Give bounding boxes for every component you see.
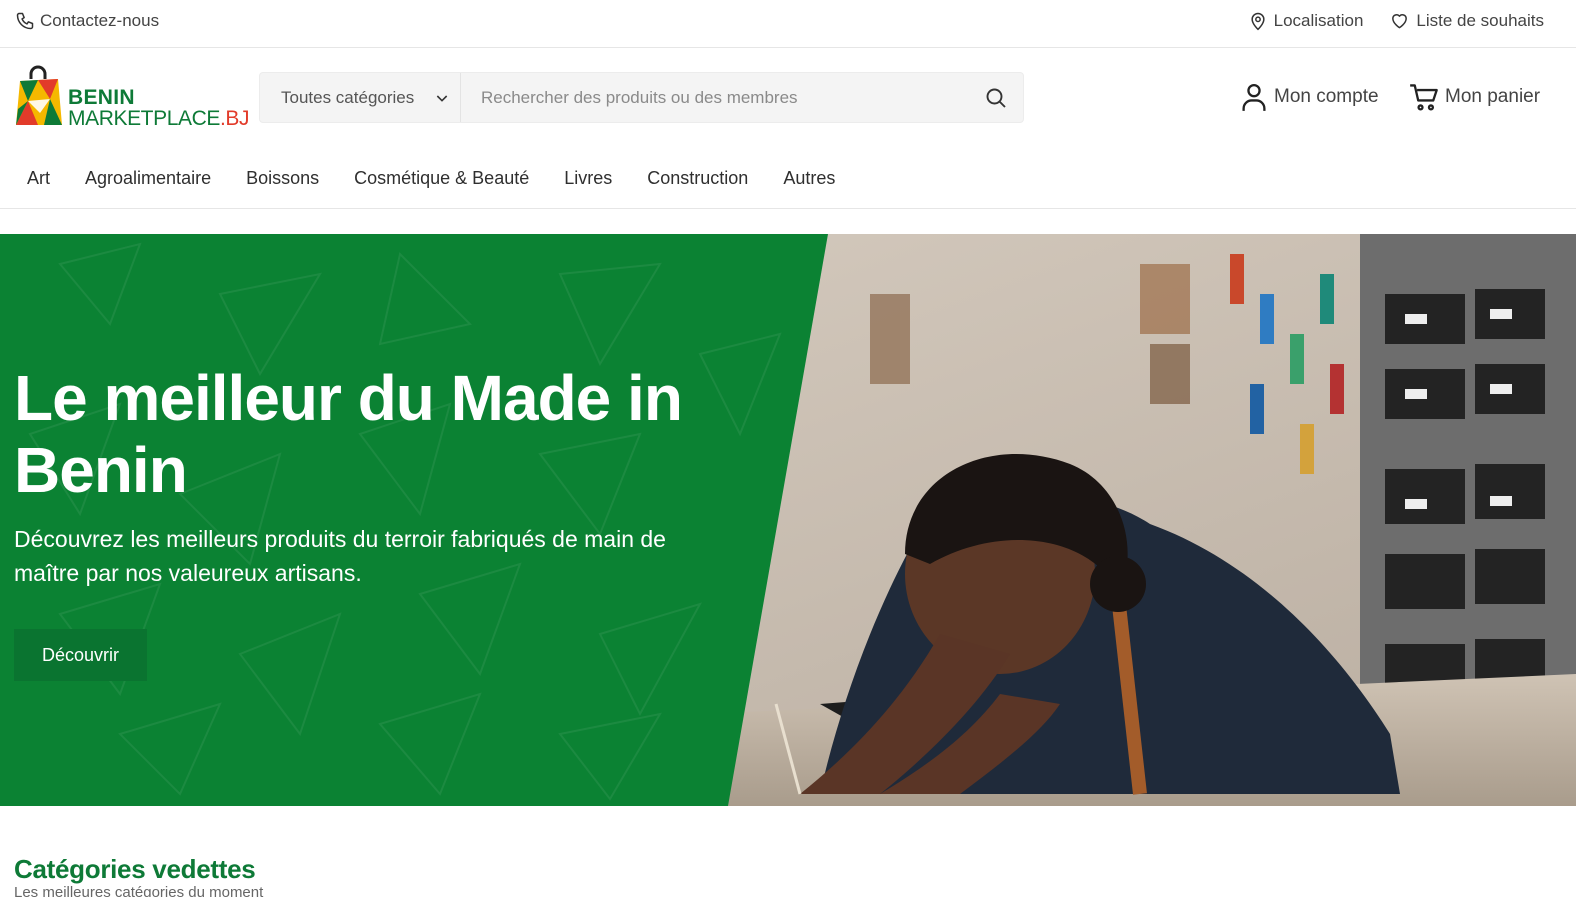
- account-link[interactable]: Mon compte: [1240, 82, 1379, 112]
- nav-item-autres[interactable]: Autres: [783, 168, 835, 189]
- featured-categories-title: Catégories vedettes: [14, 854, 256, 884]
- wishlist-link[interactable]: Liste de souhaits: [1389, 11, 1544, 31]
- site-logo[interactable]: BENIN MARKETPLACE.BJ: [14, 65, 250, 132]
- discover-button[interactable]: Découvrir: [14, 629, 147, 681]
- nav-item-construction[interactable]: Construction: [647, 168, 748, 189]
- location-label: Localisation: [1273, 11, 1364, 30]
- search-button[interactable]: [969, 73, 1023, 122]
- phone-icon: [15, 11, 35, 31]
- logo-line-2-suffix: .BJ: [219, 107, 250, 130]
- search-icon: [984, 86, 1008, 110]
- location-pin-icon: [1248, 11, 1268, 31]
- category-select-label: Toutes catégories: [281, 87, 415, 107]
- cart-icon: [1409, 82, 1439, 112]
- account-label: Mon compte: [1274, 86, 1379, 107]
- wishlist-label: Liste de souhaits: [1416, 11, 1544, 30]
- user-icon: [1240, 82, 1268, 112]
- category-nav: Art Agroalimentaire Boissons Cosmétique …: [0, 148, 1576, 209]
- hero-title: Le meilleur du Made in Benin: [14, 362, 683, 506]
- nav-item-art[interactable]: Art: [27, 168, 50, 189]
- nav-item-boissons[interactable]: Boissons: [246, 168, 319, 189]
- location-link[interactable]: Localisation: [1248, 11, 1364, 31]
- featured-categories-subtitle: Les meilleures catégories du moment: [14, 884, 264, 897]
- search-bar: Toutes catégories: [259, 72, 1024, 123]
- hero-green-panel: [0, 234, 828, 806]
- search-input[interactable]: [461, 73, 969, 122]
- hero-subtitle: Découvrez les meilleurs produits du terr…: [14, 526, 666, 586]
- heart-icon: [1389, 11, 1410, 31]
- contact-link[interactable]: Contactez-nous: [15, 11, 159, 31]
- logo-line-1: BENIN: [68, 86, 135, 109]
- main-header: BENIN MARKETPLACE.BJ Toutes catégories M…: [0, 48, 1576, 148]
- contact-label: Contactez-nous: [40, 11, 160, 30]
- category-select[interactable]: Toutes catégories: [260, 73, 461, 122]
- nav-item-agroalimentaire[interactable]: Agroalimentaire: [85, 168, 211, 189]
- chevron-down-icon: [434, 90, 450, 106]
- logo-line-2: MARKETPLACE.BJ: [68, 107, 250, 130]
- logo-bag-icon: [14, 65, 64, 132]
- top-bar: Contactez-nous Localisation Liste de sou…: [0, 0, 1576, 48]
- cart-label: Mon panier: [1445, 86, 1541, 107]
- hero-banner: Le meilleur du Made in Benin Découvrez l…: [0, 234, 1576, 806]
- cart-link[interactable]: Mon panier: [1409, 82, 1540, 112]
- nav-item-livres[interactable]: Livres: [564, 168, 612, 189]
- logo-line-2-main: MARKETPLACE: [68, 107, 220, 130]
- nav-item-cosmetique-beaute[interactable]: Cosmétique & Beauté: [354, 168, 529, 189]
